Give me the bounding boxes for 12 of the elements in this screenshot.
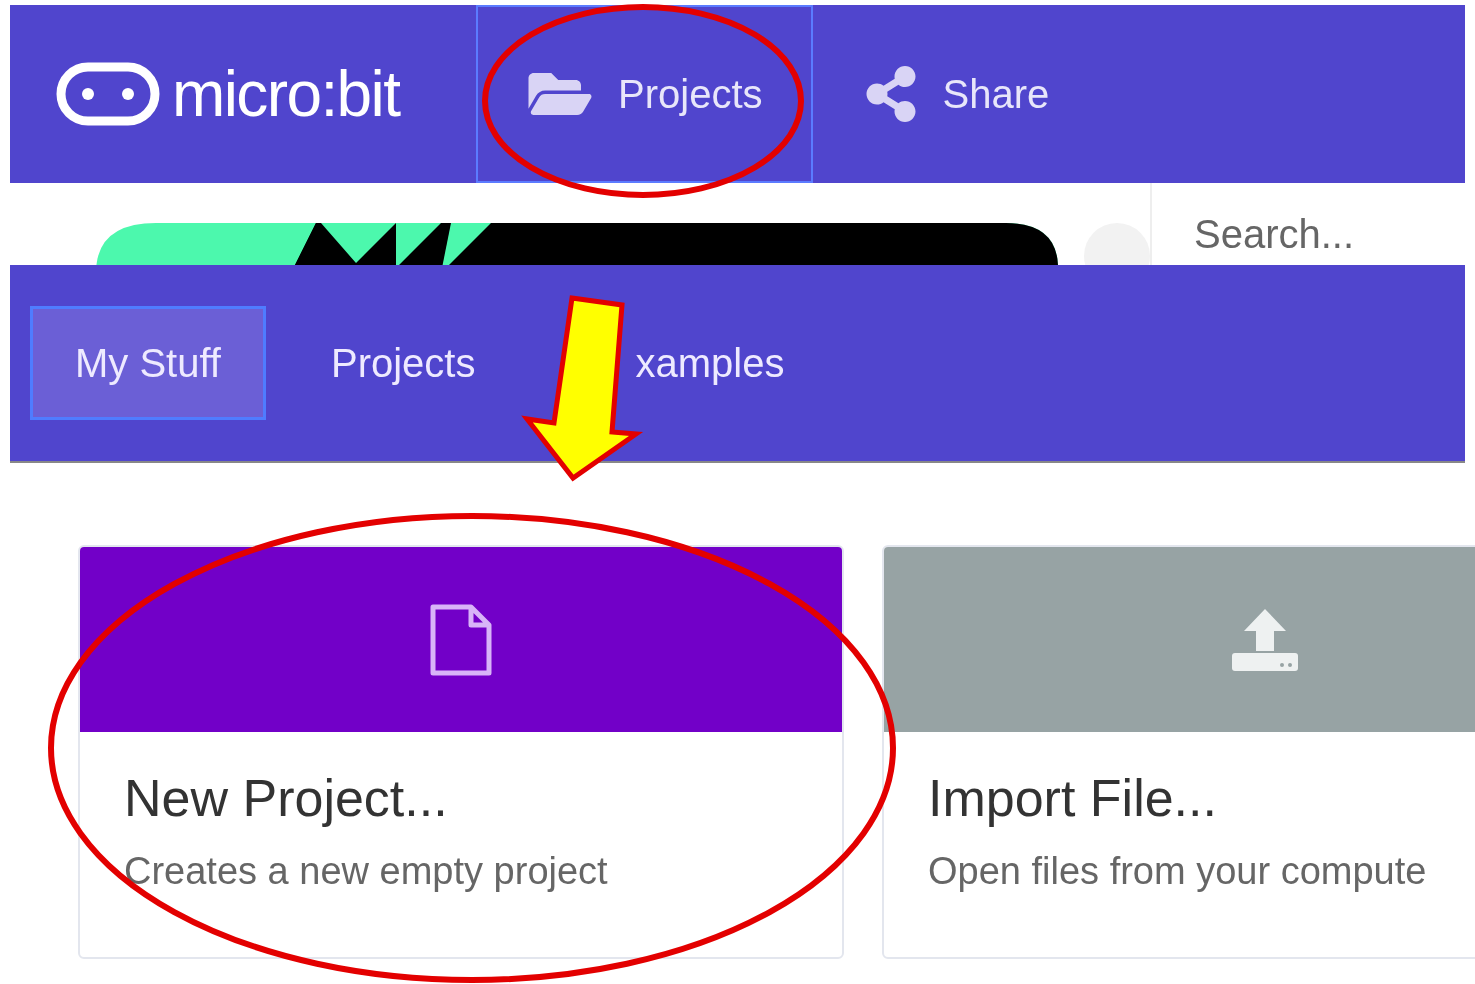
logo-icon [56, 62, 160, 126]
tab[interactable]: My Stuff [30, 306, 266, 420]
nav-button[interactable]: Projects [476, 5, 813, 183]
logo-text: micro:bit [172, 62, 400, 126]
project-card[interactable]: Import File... Open files from your compute [882, 545, 1475, 959]
document-icon [429, 602, 493, 677]
card-description: Creates a new empty project [124, 852, 609, 890]
project-card[interactable]: New Project... Creates a new empty project [78, 545, 844, 959]
nav-button[interactable]: Share [812, 5, 1100, 183]
card-description: Open files from your compute [928, 852, 1428, 890]
tab[interactable]: Projects [286, 306, 521, 420]
tab[interactable]: xamples [628, 306, 830, 420]
